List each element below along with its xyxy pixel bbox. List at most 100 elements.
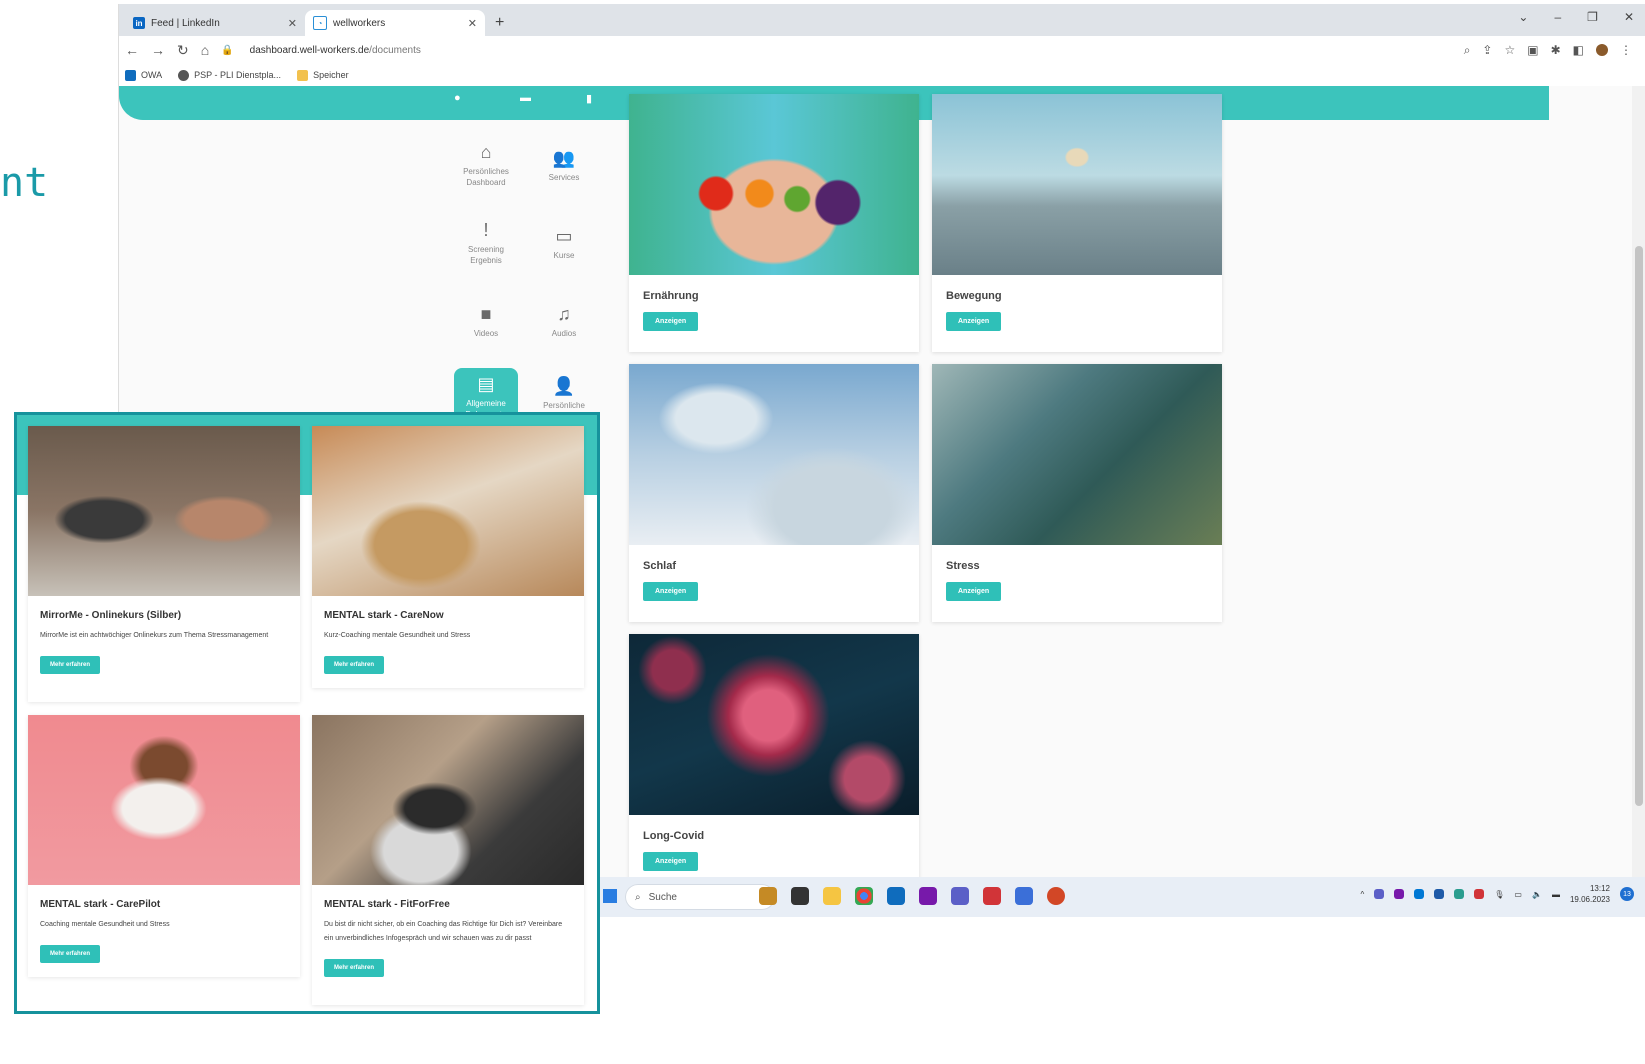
nav-label: Videos (473, 329, 499, 338)
app-blue-icon[interactable] (1015, 887, 1033, 905)
microphone-icon[interactable]: 🎙 (1494, 890, 1504, 899)
offer-image (312, 715, 584, 885)
chrome-icon[interactable] (855, 887, 873, 905)
mehr-erfahren-button[interactable]: Mehr erfahren (40, 945, 101, 963)
url-field[interactable]: dashboard.well-workers.de/documents (250, 45, 421, 56)
users-icon: 👥 (552, 148, 576, 168)
bookmarks-bar: OWA PSP - PLI Dienstpla... Speicher (119, 64, 1645, 87)
mehr-erfahren-button[interactable]: Mehr erfahren (324, 656, 385, 674)
teams-icon[interactable] (951, 887, 969, 905)
close-window-icon[interactable]: ✕ (1624, 10, 1634, 24)
file-explorer-icon[interactable] (823, 887, 841, 905)
sidepanel-icon[interactable]: ◧ (1573, 43, 1584, 57)
notification-badge[interactable]: 13 (1620, 887, 1634, 901)
tray-app-icon[interactable] (1454, 889, 1465, 899)
taskbar-search[interactable]: ⌕ Suche (625, 884, 775, 910)
bluetooth-icon[interactable] (1414, 889, 1425, 899)
anzeigen-button[interactable]: Anzeigen (643, 852, 699, 871)
chat-icon[interactable]: ▬ (520, 92, 531, 104)
home-icon[interactable]: ⌂ (201, 42, 209, 58)
restore-icon[interactable]: ❐ (1587, 10, 1598, 24)
anzeigen-button[interactable]: Anzeigen (946, 312, 1002, 331)
bookmark-owa[interactable]: OWA (125, 69, 162, 81)
close-tab-icon[interactable]: ✕ (468, 17, 477, 30)
scroll-thumb[interactable] (1635, 246, 1643, 806)
nav-audios[interactable]: ♫ Audios (532, 304, 596, 339)
card-image (932, 364, 1222, 545)
reload-icon[interactable]: ↻ (177, 42, 189, 59)
music-icon: ♫ (557, 304, 571, 324)
nav-videos[interactable]: ■ Videos (454, 304, 518, 339)
tab-linkedin[interactable]: in Feed | LinkedIn ✕ (125, 10, 305, 36)
mehr-erfahren-button[interactable]: Mehr erfahren (40, 656, 101, 674)
user-icon[interactable]: ● (454, 92, 461, 104)
profile-avatar[interactable] (1596, 44, 1608, 56)
nav-services[interactable]: 👥 Services (532, 148, 596, 183)
document-icon[interactable]: ▮ (586, 92, 592, 105)
minimize-icon[interactable]: – (1554, 10, 1561, 24)
search-placeholder: Suche (648, 891, 677, 903)
close-tab-icon[interactable]: ✕ (288, 17, 297, 30)
home-icon: ⌂ (480, 142, 492, 162)
menu-icon[interactable]: ⋮ (1620, 43, 1632, 57)
url-path: /documents (369, 44, 421, 56)
bookmark-star-icon[interactable]: ☆ (1504, 43, 1515, 57)
globe-icon (178, 69, 190, 81)
back-icon[interactable]: ← (125, 42, 139, 58)
network-icon[interactable]: ▭ (1514, 890, 1522, 899)
nav-label: Kurse (553, 251, 575, 260)
anzeigen-button[interactable]: Anzeigen (946, 582, 1002, 601)
outlook-icon[interactable] (887, 887, 905, 905)
card-long-covid: Long-Covid Anzeigen (629, 634, 919, 877)
nav-kurse[interactable]: ▭ Kurse (532, 226, 596, 261)
new-tab-icon[interactable]: + (485, 14, 514, 36)
nav-dashboard[interactable]: ⌂ Persönliches Dashboard (454, 142, 518, 188)
windows-start-icon[interactable] (603, 889, 617, 903)
puzzle-icon[interactable]: ✱ (1551, 43, 1561, 57)
task-view-icon[interactable] (791, 887, 809, 905)
zoom-icon[interactable]: ⌕ (1464, 43, 1471, 58)
powerpoint-icon[interactable] (1047, 887, 1065, 905)
clock-time: 13:12 (1589, 884, 1610, 893)
volume-icon[interactable]: 🔈 (1532, 890, 1542, 899)
tray-onenote-icon[interactable] (1394, 889, 1405, 899)
bookmark-speicher[interactable]: Speicher (297, 69, 349, 81)
video-icon: ■ (480, 304, 492, 324)
nav-screening[interactable]: ! Screening Ergebnis (454, 220, 518, 266)
anzeigen-button[interactable]: Anzeigen (643, 312, 699, 331)
tab-search-icon[interactable]: ⌄ (1518, 10, 1528, 24)
document-icon: ▤ (477, 374, 495, 394)
tab-wellworkers[interactable]: ◔ wellworkers ✕ (305, 10, 485, 36)
taskbar-clock[interactable]: 13:12 19.06.2023 (1570, 883, 1610, 905)
card-title: Ernährung (643, 290, 699, 302)
card-bewegung: Bewegung Anzeigen (932, 94, 1222, 352)
offer-description: Du bist dir nicht sicher, ob ein Coachin… (324, 921, 563, 942)
card-ernaehrung: Ernährung Anzeigen (629, 94, 919, 352)
card-image (629, 634, 919, 815)
chevron-up-icon[interactable]: ^ (1361, 890, 1365, 899)
briefcase-icon[interactable] (759, 887, 777, 905)
offer-title: MirrorMe - Onlinekurs (Silber) (40, 610, 182, 621)
nav-label: Screening Ergebnis (467, 245, 505, 265)
app-red-icon[interactable] (983, 887, 1001, 905)
bookmark-psp[interactable]: PSP - PLI Dienstpla... (178, 69, 281, 81)
bookmark-label: Speicher (313, 70, 349, 80)
tray-app-icon[interactable] (1474, 889, 1485, 899)
offer-image (28, 715, 300, 885)
onenote-icon[interactable] (919, 887, 937, 905)
anzeigen-button[interactable]: Anzeigen (643, 582, 699, 601)
slide-text-fragment: nt (0, 160, 49, 206)
tray-teams-icon[interactable] (1374, 889, 1385, 899)
extension-icon[interactable]: ▣ (1527, 43, 1538, 57)
card-image (629, 364, 919, 545)
tray-app-icon[interactable] (1434, 889, 1445, 899)
share-icon[interactable]: ⇪ (1482, 43, 1492, 57)
scrollbar[interactable] (1632, 86, 1645, 877)
address-bar: ← → ↻ ⌂ 🔒 dashboard.well-workers.de/docu… (119, 36, 1645, 64)
offer-image (312, 426, 584, 596)
mehr-erfahren-button[interactable]: Mehr erfahren (324, 959, 385, 977)
wellworkers-icon: ◔ (313, 16, 327, 30)
forward-icon[interactable]: → (151, 42, 165, 58)
battery-icon[interactable]: ▬ (1552, 890, 1560, 899)
card-title: Stress (946, 560, 980, 572)
